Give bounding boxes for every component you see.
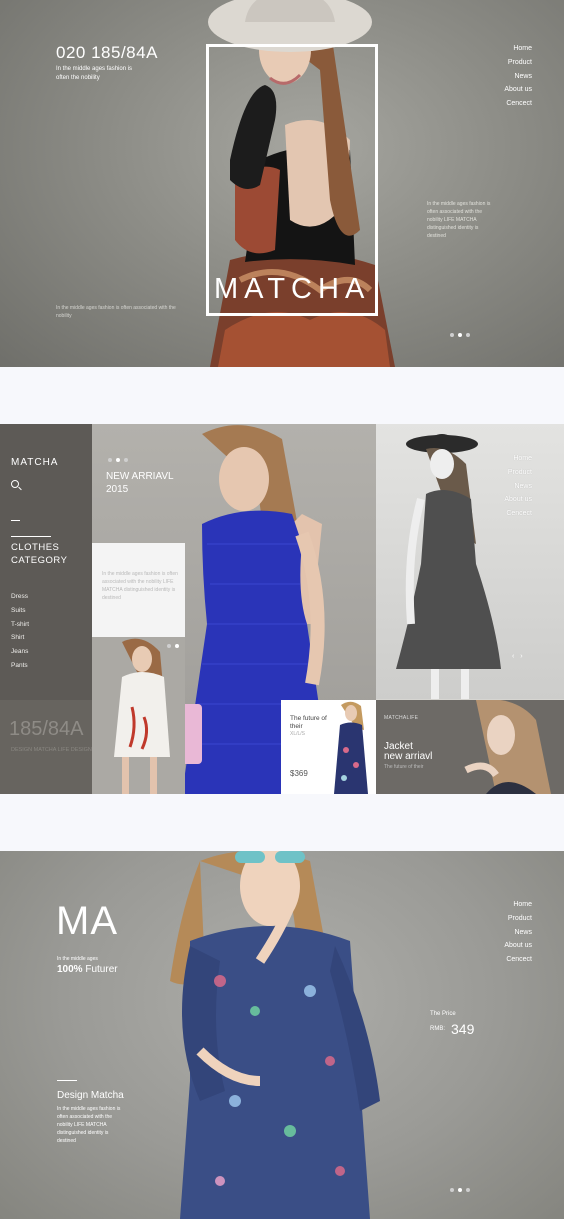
hero1-side-text: In the middle ages fashion is often asso… xyxy=(427,201,491,239)
carousel-dot[interactable] xyxy=(167,644,171,648)
model-jacket-image xyxy=(464,700,551,794)
nav-home[interactable]: Home xyxy=(504,898,532,912)
carousel-dot[interactable] xyxy=(450,1188,454,1192)
category-item-suits[interactable]: Suits xyxy=(11,604,29,618)
hero1-footer-text: In the middle ages fashion is often asso… xyxy=(56,305,176,319)
model-denim-image xyxy=(170,851,380,1219)
product-price: $369 xyxy=(290,769,308,778)
carousel-dot-active[interactable] xyxy=(458,333,462,337)
nav-home[interactable]: Home xyxy=(504,42,532,56)
carousel-dots xyxy=(108,458,128,462)
sidebar-logo[interactable]: MATCHA xyxy=(11,457,58,468)
main-nav: Home Product News About us Cencect xyxy=(504,42,532,111)
catalog-section: MATCHA CLOTHES CATEGORY Dress Suits T-sh… xyxy=(0,424,564,794)
gray-dress-panel[interactable]: Home Product News About us Cencect xyxy=(376,424,564,699)
slider-arrows[interactable]: ‹ › xyxy=(512,653,525,660)
nav-contact[interactable]: Cencect xyxy=(504,97,532,111)
nav-news[interactable]: News xyxy=(504,480,532,494)
category-heading: CLOTHES CATEGORY xyxy=(11,536,67,567)
category-item-tshirt[interactable]: T-shirt xyxy=(11,618,29,632)
carousel-dots xyxy=(450,333,470,337)
nav-product[interactable]: Product xyxy=(504,912,532,926)
carousel-dots xyxy=(167,644,179,648)
carousel-dot[interactable] xyxy=(450,333,454,337)
nav-news[interactable]: News xyxy=(504,926,532,940)
price-value: 349 xyxy=(451,1021,475,1037)
carousel-dot-active[interactable] xyxy=(458,1188,462,1192)
divider-rule xyxy=(57,1080,77,1081)
carousel-dot[interactable] xyxy=(108,458,112,462)
jacket-label: MATCHALIFE xyxy=(384,715,419,721)
category-item-dress[interactable]: Dress xyxy=(11,590,29,604)
category-sidebar: MATCHA CLOTHES CATEGORY Dress Suits T-sh… xyxy=(0,424,92,794)
nav-about-us[interactable]: About us xyxy=(504,83,532,97)
size-label: 185/84A xyxy=(9,718,84,740)
phone-number: 020 185/84A xyxy=(56,43,158,62)
search-icon[interactable] xyxy=(11,480,19,488)
carousel-dot[interactable] xyxy=(466,1188,470,1192)
model-gray-dress-image xyxy=(396,434,501,699)
category-item-shirt[interactable]: Shirt xyxy=(11,631,29,645)
model-white-dress-image xyxy=(114,638,170,794)
hero3-title: MA xyxy=(56,899,118,943)
product-card[interactable]: The future of their XL/L/S $369 xyxy=(281,700,376,794)
carousel-dot-active[interactable] xyxy=(116,458,120,462)
hero3-nav: Home Product News About us Cencect xyxy=(504,898,532,967)
design-description: In the middle ages fashion is often asso… xyxy=(57,1106,121,1144)
brand-title: MATCHA xyxy=(214,273,371,305)
new-arrival-title: NEW ARRIAVL 2015 xyxy=(106,471,174,495)
carousel-dot-active[interactable] xyxy=(175,644,179,648)
hero-banner-1: MATCHA 020 185/84A In the middle ages fa… xyxy=(0,0,564,367)
carousel-dot[interactable] xyxy=(124,458,128,462)
category-list: Dress Suits T-shirt Shirt Jeans Pants xyxy=(11,590,29,673)
nav-contact[interactable]: Cencect xyxy=(504,953,532,967)
info-card: In the middle ages fashion is often asso… xyxy=(92,543,185,637)
jacket-card[interactable]: MATCHALIFE Jacket new arriavl The future… xyxy=(376,700,564,794)
divider-band xyxy=(0,367,564,424)
nav-home[interactable]: Home xyxy=(504,452,532,466)
price-currency: RMB: xyxy=(430,1026,445,1032)
carousel-dots xyxy=(450,1188,470,1192)
jacket-title: Jacket new arriavl xyxy=(384,741,433,762)
nav-about-us[interactable]: About us xyxy=(504,939,532,953)
size-sub: DESIGN MATCHA LIFE DESIGN xyxy=(11,747,92,753)
category-item-jeans[interactable]: Jeans xyxy=(11,645,29,659)
product-sizes: XL/L/S xyxy=(290,731,306,737)
price-label: The Price xyxy=(430,1011,456,1017)
model-floral-dress-image xyxy=(334,701,368,794)
nav-news[interactable]: News xyxy=(504,70,532,84)
nav-contact[interactable]: Cencect xyxy=(504,507,532,521)
hero1-subtitle: In the middle ages fashion is often the … xyxy=(56,66,133,81)
carousel-dot[interactable] xyxy=(466,333,470,337)
divider-dash xyxy=(11,520,20,521)
hero3-subtitle: In the middle ages xyxy=(57,956,98,962)
divider-band xyxy=(0,794,564,851)
hero-banner-3: MA In the middle ages 100% Futurer Home … xyxy=(0,851,564,1219)
nav-product[interactable]: Product xyxy=(504,56,532,70)
category-item-pants[interactable]: Pants xyxy=(11,659,29,673)
jacket-sub: The future of their xyxy=(384,764,424,770)
catalog-nav: Home Product News About us Cencect xyxy=(504,452,532,521)
nav-about-us[interactable]: About us xyxy=(504,493,532,507)
design-title: Design Matcha xyxy=(57,1090,124,1101)
white-dress-card[interactable] xyxy=(92,637,185,794)
hero3-futurer: 100% Futurer xyxy=(57,964,118,975)
nav-product[interactable]: Product xyxy=(504,466,532,480)
